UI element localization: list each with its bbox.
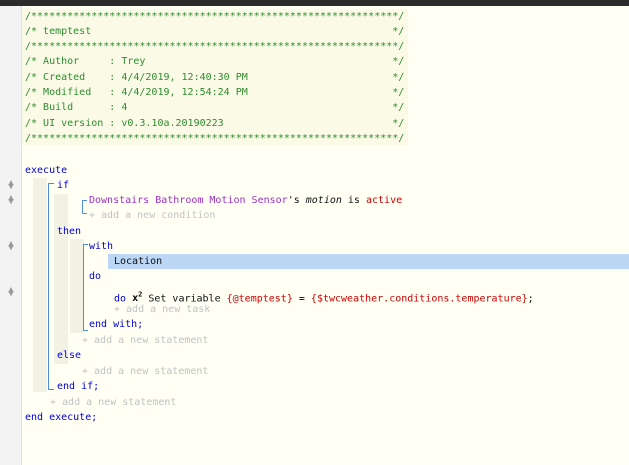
execute-indent-guide	[33, 178, 47, 392]
expression-value: {$twcweather.conditions.temperature}	[310, 293, 528, 305]
add-statement-link[interactable]: + add a new statement	[82, 365, 208, 379]
add-statement-link[interactable]: + add a new statement	[82, 334, 208, 348]
with-keyword[interactable]: with	[89, 240, 113, 254]
then-indent-guide	[70, 239, 84, 333]
if-block-bracket	[48, 183, 54, 390]
drag-handle-icon[interactable]: ▲ ▼	[7, 286, 15, 299]
editor-gutter	[0, 6, 22, 465]
header-rule-bottom: /***************************************…	[25, 133, 405, 144]
if-keyword[interactable]: if	[57, 179, 69, 193]
state-value: active	[365, 195, 403, 206]
else-keyword[interactable]: else	[57, 349, 81, 363]
execute-keyword[interactable]: execute	[25, 164, 67, 178]
header-author: /* Author : Trey */	[25, 56, 405, 67]
do-keyword[interactable]: do	[89, 270, 101, 284]
semicolon-text: ;	[527, 293, 534, 305]
add-task-link[interactable]: + add a new task	[114, 303, 210, 317]
header-rule-mid: /***************************************…	[25, 41, 405, 52]
end-if-keyword[interactable]: end if;	[57, 380, 99, 394]
header-ui-version: /* UI version : v0.3.10a.20190223 */	[25, 118, 405, 129]
comparison-text: is	[341, 195, 366, 206]
selected-line-highlight	[108, 254, 629, 269]
header-modified: /* Modified : 4/4/2019, 12:54:24 PM */	[25, 87, 405, 98]
add-condition-link[interactable]: + add a new condition	[89, 209, 215, 223]
condition-bracket	[82, 200, 87, 214]
add-statement-link[interactable]: + add a new statement	[50, 396, 176, 410]
header-build: /* Build : 4 */	[25, 102, 405, 113]
header-rule-top: /***************************************…	[25, 11, 405, 22]
drag-handle-icon[interactable]: ▲ ▼	[7, 179, 15, 192]
drag-handle-icon[interactable]: ▲ ▼	[7, 194, 15, 207]
header-created: /* Created : 4/4/2019, 12:40:30 PM */	[25, 72, 405, 83]
possessive-text: 's	[287, 195, 300, 206]
attribute-name: motion	[305, 195, 342, 206]
if-indent-guide	[54, 194, 68, 364]
equals-text: =	[292, 293, 311, 305]
task-line[interactable]: do x2 Set variable {@temptest} = {$twcwe…	[114, 288, 534, 305]
location-device[interactable]: Location	[114, 255, 162, 269]
end-execute-keyword[interactable]: end execute;	[25, 411, 97, 425]
then-keyword[interactable]: then	[57, 225, 81, 239]
device-name[interactable]: Downstairs Bathroom Motion Sensor	[89, 195, 288, 206]
condition-line[interactable]: Downstairs Bathroom Motion Sensor's moti…	[89, 194, 402, 208]
end-with-keyword[interactable]: end with;	[89, 318, 143, 332]
with-block-bracket	[83, 244, 88, 331]
header-piston-name: /* temptest */	[25, 26, 405, 37]
drag-handle-icon[interactable]: ▲ ▼	[7, 240, 15, 253]
variable-name: {@temptest}	[226, 293, 293, 305]
